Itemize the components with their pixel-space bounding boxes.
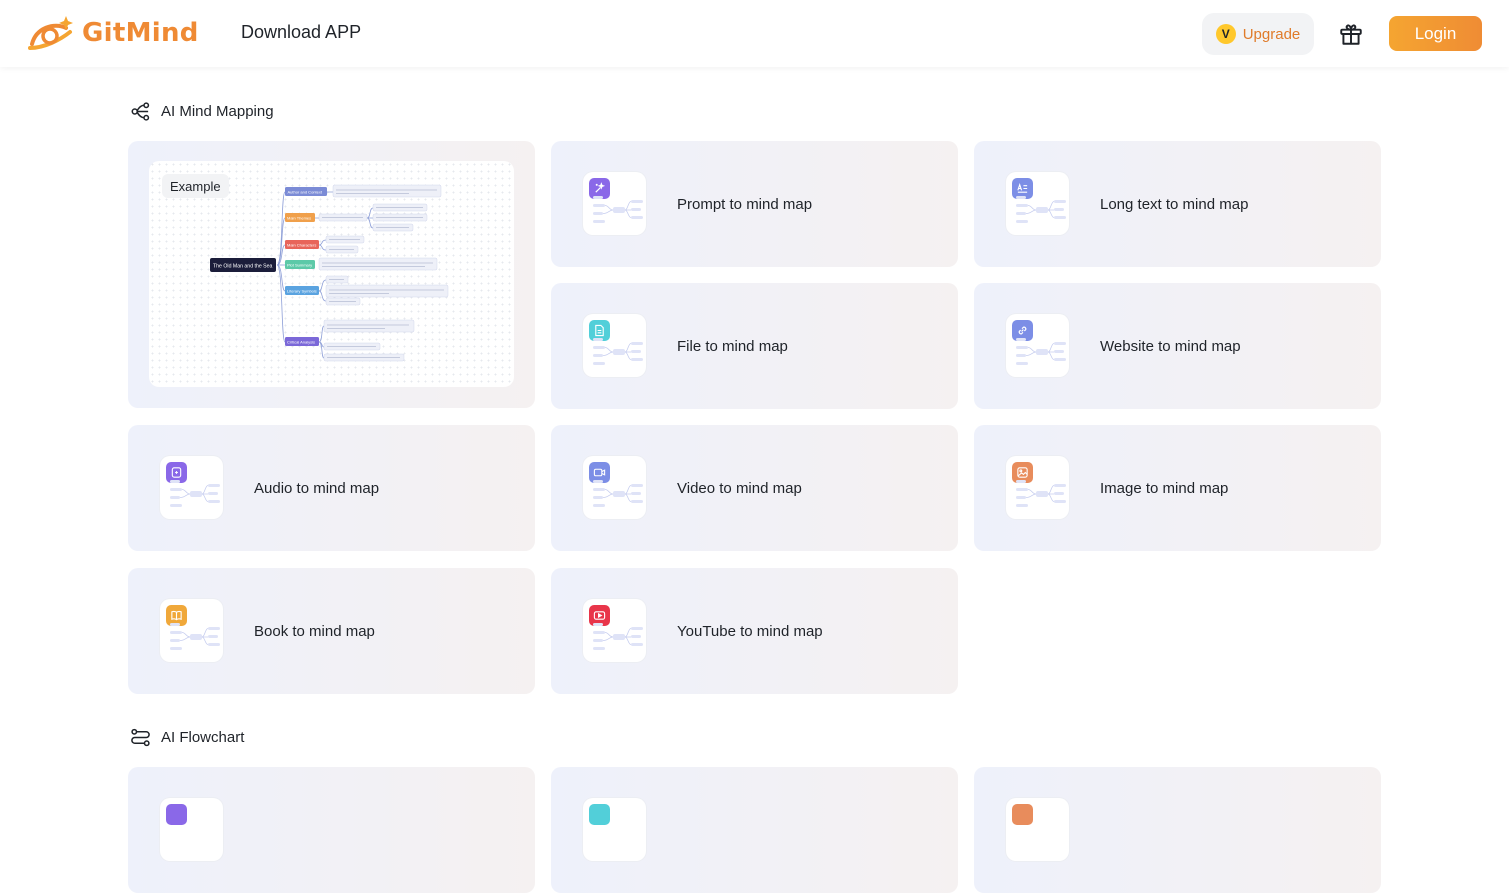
svg-text:Author and Context: Author and Context [288,190,323,195]
svg-text:Critical Analysis: Critical Analysis [287,340,315,345]
card-video-to-mind-map[interactable]: Video to mind map [551,425,958,551]
card-youtube-to-mind-map[interactable]: YouTube to mind map [551,568,958,694]
card-website-to-mind-map[interactable]: Website to mind map [974,283,1381,409]
svg-text:Main Themes: Main Themes [287,216,311,221]
card-thumbnail [1006,172,1069,235]
svg-text:Literary Symbols: Literary Symbols [287,289,317,294]
mind-map-icon [131,102,150,121]
example-mindmap-preview: The Old Man and the Sea Author and Conte… [149,161,514,387]
flowchart-card-1[interactable] [128,767,535,893]
section-title-flowchart: AI Flowchart [130,727,244,748]
mini-mindmap-graphic [1016,196,1066,223]
section-title-text: AI Mind Mapping [161,103,274,120]
mini-mindmap-graphic [593,623,643,650]
card-label: Book to mind map [254,622,375,640]
mini-mindmap-graphic [170,623,220,650]
card-thumbnail [160,599,223,662]
card-prompt-to-mind-map[interactable]: Prompt to mind map [551,141,958,267]
card-thumbnail [160,456,223,519]
card-label: Long text to mind map [1100,195,1249,213]
brand-name: GitMind [82,18,199,48]
mini-mindmap-graphic [1016,480,1066,507]
svg-text:Plot Summary: Plot Summary [287,263,312,268]
card-book-to-mind-map[interactable]: Book to mind map [128,568,535,694]
card-label: Website to mind map [1100,337,1241,355]
example-card[interactable]: The Old Man and the Sea Author and Conte… [128,141,535,408]
flowchart-card-icon [1012,804,1033,825]
flowchart-card-icon [166,804,187,825]
card-thumbnail [1006,798,1069,861]
mini-mindmap-graphic [593,480,643,507]
upgrade-label: Upgrade [1242,25,1301,43]
gitmind-logo[interactable]: GitMind [26,14,199,52]
mini-mindmap-graphic [593,196,643,223]
card-label: Audio to mind map [254,479,380,497]
card-long-text-to-mind-map[interactable]: Long text to mind map [974,141,1381,267]
svg-text:Main Characters: Main Characters [287,243,316,248]
card-thumbnail [160,798,223,861]
card-thumbnail [583,172,646,235]
card-file-to-mind-map[interactable]: File to mind map [551,283,958,409]
card-label: YouTube to mind map [677,622,823,640]
gift-icon[interactable] [1338,21,1364,47]
mm-root-label: The Old Man and the Sea [213,264,273,270]
mini-mindmap-graphic [1016,338,1066,365]
download-app-link[interactable]: Download APP [241,22,361,43]
card-label: Image to mind map [1100,479,1229,497]
section-title-mind-mapping: AI Mind Mapping [130,101,274,122]
card-label: File to mind map [677,337,788,355]
card-thumbnail [583,798,646,861]
flowchart-icon [131,728,150,747]
card-thumbnail [583,314,646,377]
upgrade-button[interactable]: V Upgrade [1202,13,1314,55]
gitmind-logo-icon [28,16,73,50]
example-tag: Example [162,174,229,198]
mini-mindmap-graphic [170,480,220,507]
card-audio-to-mind-map[interactable]: Audio to mind map [128,425,535,551]
vip-coin-icon: V [1215,24,1236,44]
card-label: Prompt to mind map [677,195,813,213]
card-thumbnail [583,599,646,662]
mini-mindmap-graphic [593,338,643,365]
flowchart-card-2[interactable] [551,767,958,893]
section-title-text: AI Flowchart [161,729,245,746]
flowchart-card-icon [589,804,610,825]
top-header: GitMind Download APP V Upgrade Login [0,0,1509,67]
card-label: Video to mind map [677,479,802,497]
card-image-to-mind-map[interactable]: Image to mind map [974,425,1381,551]
card-thumbnail [1006,456,1069,519]
card-thumbnail [1006,314,1069,377]
login-button[interactable]: Login [1389,16,1482,51]
flowchart-card-3[interactable] [974,767,1381,893]
card-thumbnail [583,456,646,519]
